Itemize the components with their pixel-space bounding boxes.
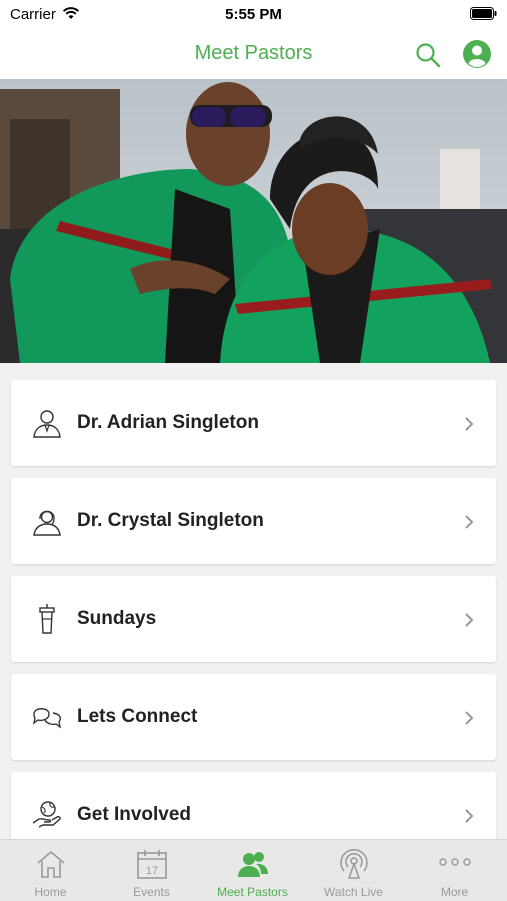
battery-icon: [470, 7, 497, 20]
more-dots-icon: [439, 858, 471, 866]
chevron-right-icon: [465, 417, 474, 431]
calendar-icon: 17: [137, 850, 167, 879]
calendar-day: 17: [146, 865, 158, 877]
chevron-right-icon: [465, 613, 474, 627]
list-item-lets-connect[interactable]: Lets Connect: [11, 674, 496, 760]
tab-bar: Home 17 Events Meet Pastors Watch Live M…: [0, 839, 507, 901]
people-icon: [238, 852, 268, 877]
chevron-right-icon: [465, 515, 474, 529]
broadcast-icon: [340, 848, 368, 879]
list-item-adrian-singleton[interactable]: Dr. Adrian Singleton: [11, 380, 496, 466]
tab-meet-pastors[interactable]: Meet Pastors: [202, 840, 303, 901]
nav-bar: Meet Pastors: [0, 30, 507, 79]
man-person-icon: [33, 410, 61, 438]
profile-icon[interactable]: [462, 39, 492, 69]
woman-person-icon: [33, 510, 61, 536]
hand-globe-icon: [32, 801, 61, 828]
tab-home[interactable]: Home: [0, 840, 101, 901]
list-item-label: Sundays: [77, 608, 157, 629]
tab-label: Events: [133, 885, 170, 899]
search-icon[interactable]: [414, 41, 442, 69]
list-item-label: Dr. Adrian Singleton: [77, 412, 259, 433]
list-item-label: Get Involved: [77, 804, 192, 825]
tab-label: Home: [34, 885, 67, 899]
clock: 5:55 PM: [225, 6, 282, 23]
tab-watch-live[interactable]: Watch Live: [303, 840, 404, 901]
chevron-right-icon: [465, 711, 474, 725]
pastors-photo: [0, 79, 507, 363]
pulpit-icon: [39, 604, 55, 634]
tab-more[interactable]: More: [404, 840, 505, 901]
list-item-label: Lets Connect: [77, 706, 198, 727]
chat-bubbles-icon: [32, 708, 62, 729]
tab-label: Watch Live: [324, 885, 383, 899]
tab-label: Meet Pastors: [217, 885, 288, 899]
list-item-sundays[interactable]: Sundays: [11, 576, 496, 662]
home-icon: [37, 850, 65, 878]
chevron-right-icon: [465, 809, 474, 823]
tab-label: More: [440, 885, 469, 899]
list-item-label: Dr. Crystal Singleton: [77, 510, 264, 531]
tab-events[interactable]: 17 Events: [101, 840, 202, 901]
status-bar: Carrier 5:55 PM: [0, 0, 507, 30]
list-item-crystal-singleton[interactable]: Dr. Crystal Singleton: [11, 478, 496, 564]
